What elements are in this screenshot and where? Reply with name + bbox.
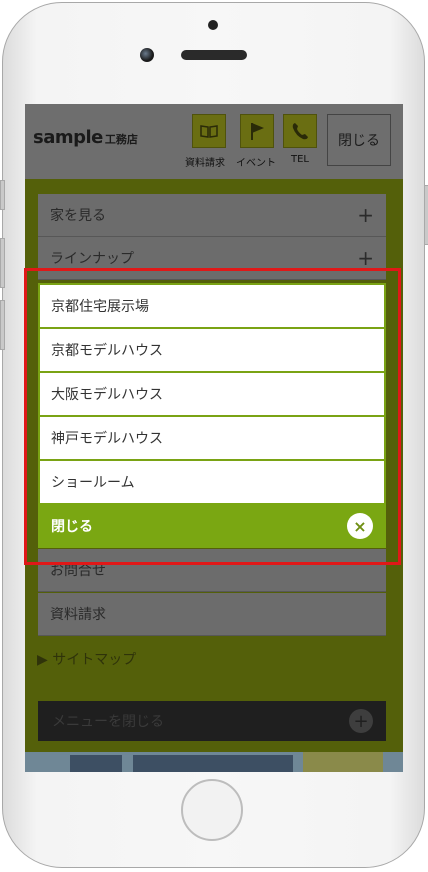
menu-item-house[interactable]: 家を見る + (38, 194, 386, 237)
promo-banner[interactable] (25, 752, 403, 772)
flag-icon-button[interactable] (240, 114, 274, 148)
banner-graphic (25, 752, 403, 772)
sitemap-link[interactable]: ▶ サイトマップ (37, 649, 136, 669)
home-button[interactable] (181, 779, 243, 841)
menu-item-request[interactable]: 資料請求 (38, 593, 386, 636)
plus-circle-icon: + (349, 709, 373, 733)
flag-icon-label: イベント (236, 158, 276, 169)
close-menu-label: メニューを閉じる (52, 714, 164, 730)
side-button (0, 238, 5, 288)
flag-icon (251, 123, 264, 140)
book-icon (200, 125, 218, 138)
book-icon-button[interactable] (192, 114, 226, 148)
phone-icon (292, 123, 308, 140)
front-camera (140, 48, 154, 62)
highlight-frame (24, 268, 401, 565)
earpiece-speaker (181, 50, 247, 60)
proximity-sensor (208, 20, 218, 30)
plus-icon: + (357, 246, 374, 270)
side-button (0, 180, 5, 210)
plus-icon: + (357, 203, 374, 227)
menu-item-label: 資料請求 (50, 607, 106, 623)
logo-main: sample (33, 127, 103, 148)
book-icon-label: 資料請求 (185, 158, 225, 169)
logo-sub: 工務店 (104, 133, 138, 146)
side-button (0, 300, 5, 350)
header-close-button[interactable]: 閉じる (327, 114, 391, 166)
menu-item-label: 家を見る (50, 208, 106, 224)
site-logo[interactable]: sample 工務店 (33, 127, 138, 148)
close-menu-button[interactable]: メニューを閉じる + (38, 701, 386, 741)
phone-icon-label: TEL (291, 154, 309, 165)
site-header: sample 工務店 資料請求 イベント TEL 閉じる (25, 104, 403, 179)
menu-item-label: ラインナップ (50, 251, 134, 267)
phone-icon-button[interactable] (283, 114, 317, 148)
side-button (424, 185, 428, 245)
